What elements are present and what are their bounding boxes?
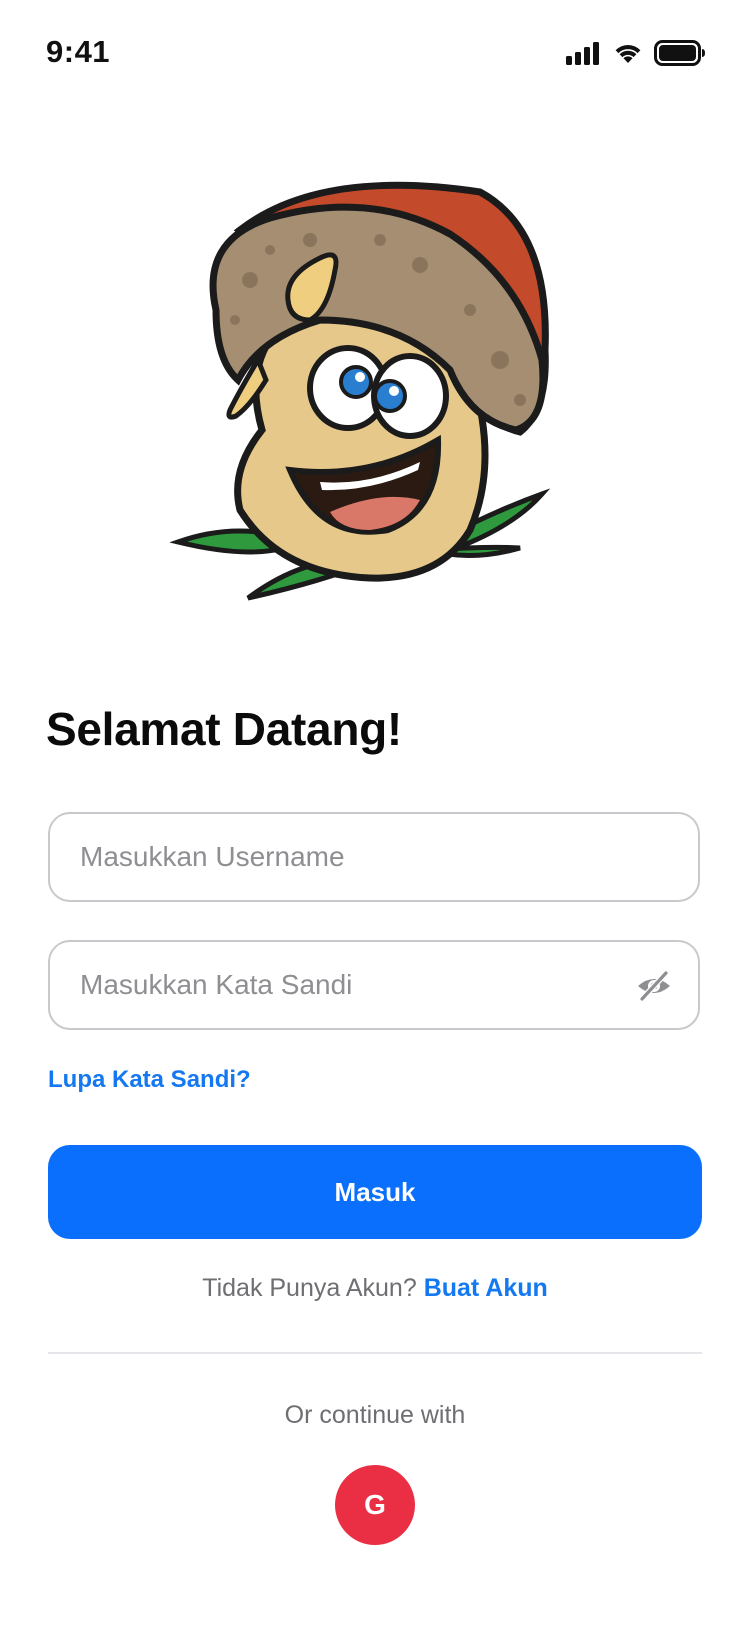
battery-icon (654, 40, 705, 66)
username-input[interactable] (80, 841, 620, 873)
welcome-title: Selamat Datang! (46, 703, 402, 755)
status-bar: 9:41 (0, 0, 750, 110)
forgot-password-link[interactable]: Lupa Kata Sandi? (48, 1066, 251, 1094)
cellular-signal-icon (566, 42, 599, 65)
signup-prompt: Tidak Punya Akun? Buat Akun (0, 1274, 750, 1303)
wifi-icon (615, 45, 641, 63)
status-icons (566, 40, 706, 66)
eye-slash-icon[interactable] (636, 968, 672, 1004)
google-login-button[interactable]: G (335, 1465, 415, 1545)
divider (48, 1352, 702, 1354)
password-input[interactable] (80, 969, 620, 1001)
create-account-link[interactable]: Buat Akun (424, 1274, 548, 1302)
login-button[interactable]: Masuk (48, 1145, 702, 1239)
status-time: 9:41 (46, 34, 111, 69)
mushroom-mascot-illustration (170, 181, 549, 601)
continue-with-label: Or continue with (284, 1401, 466, 1429)
username-field[interactable] (48, 812, 700, 902)
password-field[interactable] (48, 940, 700, 1030)
google-icon: G (364, 1489, 386, 1520)
signup-prompt-text: Tidak Punya Akun? (202, 1274, 417, 1302)
